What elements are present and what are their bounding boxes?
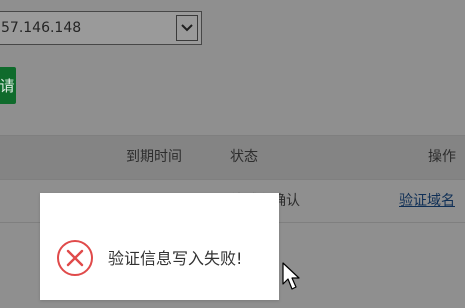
verify-domain-link[interactable]: 验证域名 <box>399 180 455 222</box>
page-background: 57.146.148 请 到期时间 状态 操作 2021/12/14 待域名确认… <box>0 0 465 308</box>
mouse-cursor-icon <box>282 262 302 292</box>
chevron-down-icon[interactable] <box>176 15 198 41</box>
header-expire-date: 到期时间 <box>126 149 182 165</box>
error-circle-x-icon <box>56 239 94 277</box>
table-header: 到期时间 状态 操作 <box>0 136 465 179</box>
header-action: 操作 <box>428 149 456 165</box>
ip-select[interactable]: 57.146.148 <box>0 11 202 45</box>
toast-message: 验证信息写入失败! <box>108 249 243 268</box>
header-status: 状态 <box>230 149 258 165</box>
error-toast: 验证信息写入失败! <box>40 193 279 300</box>
apply-button-label: 请 <box>0 77 15 95</box>
ip-select-value: 57.146.148 <box>1 20 82 36</box>
apply-button[interactable]: 请 <box>0 67 16 104</box>
